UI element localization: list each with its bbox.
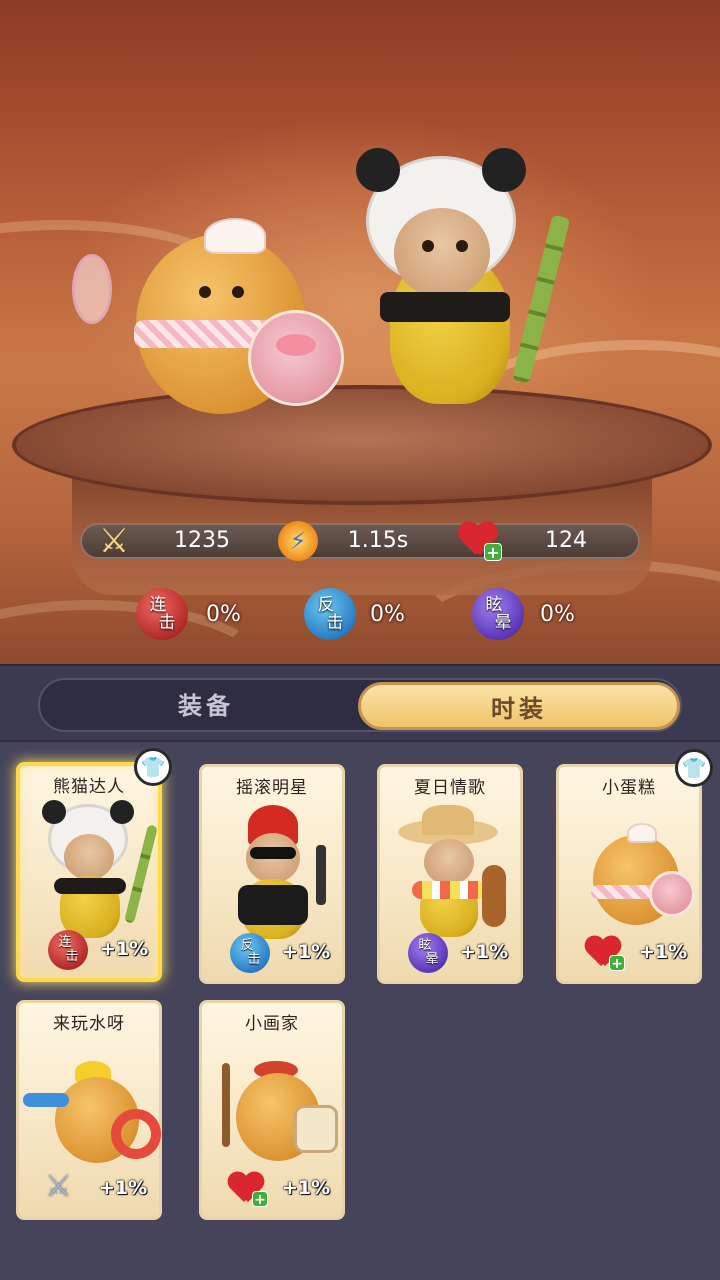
heart-plus-icon: +: [454, 517, 502, 565]
combo-percent: 0%: [206, 602, 241, 627]
shirt-icon: 👕: [134, 748, 172, 786]
leather-jacket: [238, 885, 308, 925]
stats-bar: ⚔ 1235 ⚡ 1.15s + 124: [80, 521, 640, 562]
costume-name: 夏日情歌: [414, 778, 486, 798]
lifebuoy-icon: [111, 1109, 161, 1159]
water-dog-art: [23, 1041, 161, 1181]
costume-bonus: 连击 +1%: [20, 930, 158, 970]
combo-skill-icon: 连击: [48, 930, 88, 970]
heart-plus-icon: +: [585, 937, 625, 972]
costume-name: 摇滚明星: [236, 778, 308, 798]
hp-value: 124: [545, 528, 587, 553]
sunglasses-icon: [250, 847, 296, 859]
attack-value: 1235: [174, 528, 230, 553]
character-stage: ⚔ 1235 ⚡ 1.15s + 124 连击 0% 反击 0% 眩晕 0%: [0, 0, 720, 664]
stun-skill-icon: 眩晕: [472, 588, 524, 640]
counter-skill-icon: 反击: [230, 933, 270, 973]
cat-pet-character[interactable]: [350, 144, 590, 434]
costume-bonus: ⚔ +1%: [45, 1169, 148, 1204]
straw-hat-top: [422, 805, 474, 835]
stun-skill-icon: 眩晕: [408, 933, 448, 973]
costume-card-rockstar[interactable]: 摇滚明星 反击 +1%: [199, 764, 345, 984]
chef-hat: [204, 218, 266, 254]
costume-bonus: 眩晕 +1%: [380, 933, 520, 973]
rockstar-cat-art: [220, 805, 330, 945]
costume-name: 来玩水呀: [53, 1014, 125, 1034]
flower-lei: [412, 881, 486, 899]
paintbrush-icon: [222, 1063, 230, 1147]
stun-percent: 0%: [540, 602, 575, 627]
crossed-swords-icon: ⚔: [45, 1169, 72, 1204]
ukulele-icon: [482, 865, 506, 927]
costume-card-cake[interactable]: 小蛋糕 👕 + +1%: [556, 749, 713, 984]
shirt-icon: 👕: [675, 749, 713, 787]
bamboo-stick: [511, 214, 571, 384]
costume-bonus: + +1%: [559, 933, 699, 973]
cake-dog-art: [577, 805, 695, 945]
palette-icon: [294, 1105, 338, 1153]
whisk-icon: [72, 254, 112, 324]
crossed-swords-icon: ⚔: [98, 521, 130, 561]
speed-bolt-icon: ⚡: [274, 517, 322, 565]
combo-skill-icon: 连击: [136, 588, 188, 640]
cat-face: [394, 208, 490, 298]
costume-card-water[interactable]: 来玩水呀 ⚔ +1%: [16, 1000, 162, 1220]
costume-card-painter[interactable]: 小画家 + +1%: [199, 1000, 345, 1220]
costume-bonus: + +1%: [202, 1169, 342, 1209]
costume-bonus: 反击 +1%: [202, 933, 342, 973]
gift-shield: [248, 310, 344, 406]
dog-pet-character[interactable]: [66, 214, 356, 424]
black-collar: [380, 292, 510, 322]
panda-cat-art: [38, 800, 158, 944]
costume-name: 小画家: [245, 1014, 299, 1034]
tab-bar: 装备 时装: [0, 664, 720, 742]
heart-plus-icon: +: [228, 1173, 268, 1208]
tab-equipment[interactable]: 装备: [48, 682, 364, 730]
costume-grid: 熊猫达人 👕 连击 +1% 摇滚明星 反 击 +1% 夏日情歌 眩 晕 +1% …: [0, 742, 720, 1280]
tab-track: 装备 时装: [38, 678, 682, 732]
water-gun-icon: [23, 1093, 69, 1107]
costume-card-summer[interactable]: 夏日情歌 眩晕 +1%: [377, 764, 523, 984]
speed-value: 1.15s: [347, 528, 409, 553]
costume-card-panda[interactable]: 熊猫达人 👕 连击 +1%: [16, 748, 172, 982]
painter-dog-art: [220, 1041, 338, 1181]
counter-percent: 0%: [370, 602, 405, 627]
summer-cat-art: [398, 805, 508, 945]
microphone-icon: [316, 845, 326, 905]
tab-fashion[interactable]: 时装: [358, 682, 680, 730]
counter-skill-icon: 反击: [304, 588, 356, 640]
